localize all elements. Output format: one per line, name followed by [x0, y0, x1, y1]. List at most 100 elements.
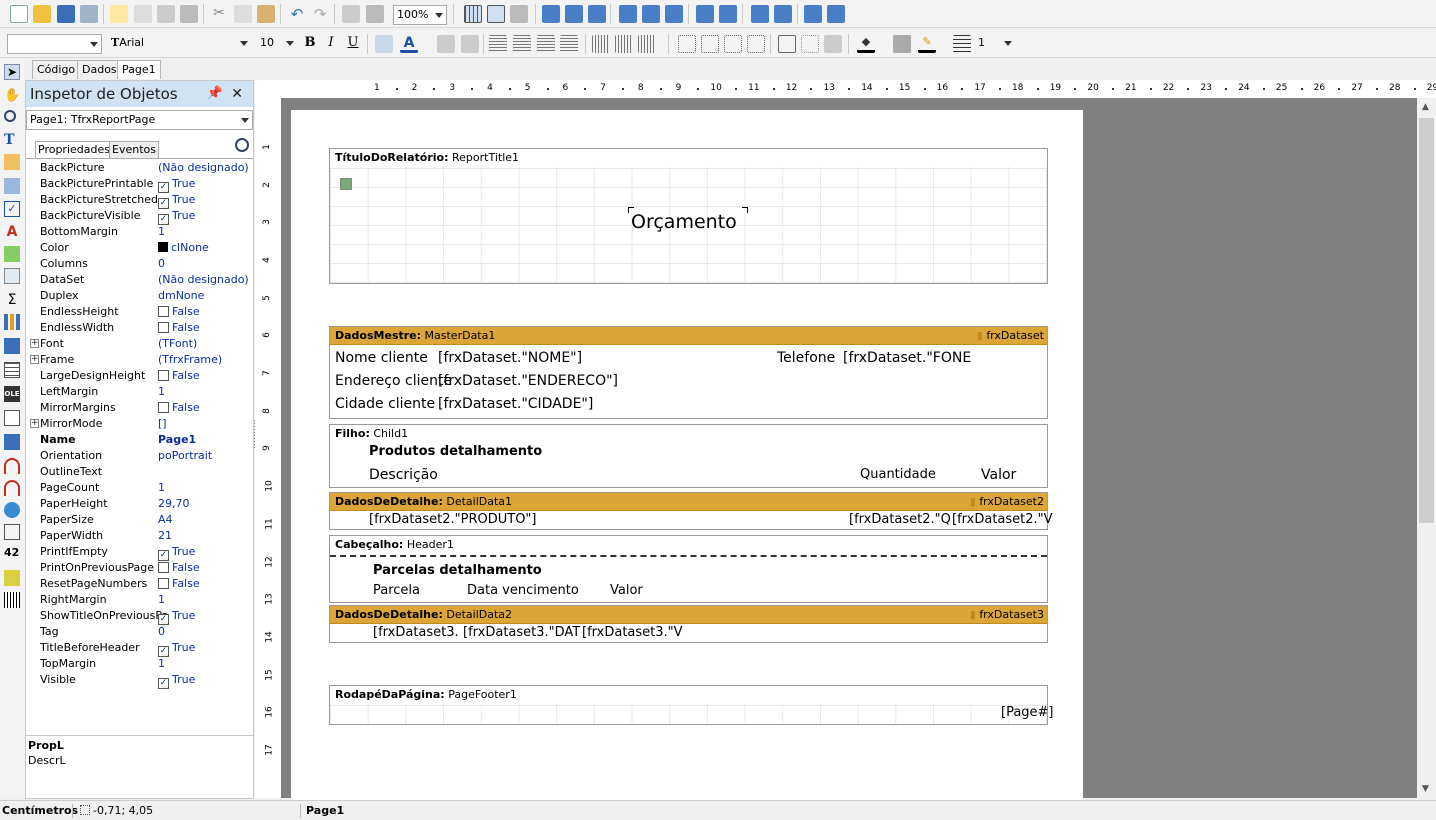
property-row[interactable]: ResetPageNumbers False — [26, 576, 253, 592]
property-row[interactable]: EndlessWidth False — [26, 320, 253, 336]
property-value[interactable]: [] — [158, 416, 167, 432]
checkbox-unchecked-icon[interactable] — [158, 562, 169, 573]
header-band[interactable]: Cabeçalho: Header1 Parcelas detalhamento… — [329, 535, 1048, 603]
valign-bottom-icon[interactable] — [638, 35, 656, 53]
property-row[interactable]: EndlessHeight False — [26, 304, 253, 320]
tab-page1[interactable]: Page1 — [117, 60, 161, 79]
property-value[interactable]: ✓ True — [158, 672, 195, 689]
checkbox-unchecked-icon[interactable] — [158, 402, 169, 413]
property-value[interactable]: (TFont) — [158, 336, 197, 352]
report-title-band[interactable]: TítuloDoRelatório: ReportTitle1 Orçament… — [329, 148, 1048, 284]
property-value[interactable]: ✓ True — [158, 208, 195, 225]
property-row[interactable]: PaperHeight 29,70 — [26, 496, 253, 512]
property-row[interactable]: PaperWidth 21 — [26, 528, 253, 544]
property-value[interactable]: ✓ True — [158, 544, 195, 561]
property-row[interactable]: PaperSize A4 — [26, 512, 253, 528]
property-row[interactable]: Duplex dmNone — [26, 288, 253, 304]
redo-icon[interactable]: ↷ — [311, 5, 329, 23]
crosstab-icon[interactable] — [4, 434, 20, 450]
chart-icon[interactable] — [4, 314, 20, 330]
column-data-vencimento[interactable]: Data vencimento — [467, 582, 579, 600]
property-value[interactable]: (Não designado) — [158, 272, 249, 288]
column-valor[interactable]: Valor — [981, 466, 1016, 484]
frame-right-icon[interactable] — [747, 35, 765, 53]
report-page[interactable]: TítuloDoRelatório: ReportTitle1 Orçament… — [291, 110, 1083, 810]
tab-eventos[interactable]: Eventos — [109, 141, 159, 158]
format-painter-icon[interactable] — [4, 154, 20, 170]
center-vertical-icon[interactable] — [774, 5, 792, 23]
field-quantidade[interactable]: [frxDataset2."Q — [849, 511, 951, 529]
label-cidade-cliente[interactable]: Cidade cliente — [335, 395, 435, 413]
band-insert-icon[interactable] — [4, 178, 20, 194]
property-row[interactable]: BottomMargin 1 — [26, 224, 253, 240]
property-value[interactable]: 1 — [158, 480, 165, 496]
property-row[interactable]: BackPictureVisible ✓ True — [26, 208, 253, 225]
save-icon[interactable] — [57, 5, 75, 23]
scrollbar-thumb[interactable] — [1419, 118, 1434, 523]
picture-object-icon[interactable] — [340, 178, 352, 190]
property-value[interactable]: ✓ True — [158, 176, 195, 193]
frame-top-icon[interactable] — [678, 35, 696, 53]
gauge-icon[interactable] — [4, 458, 20, 474]
property-value[interactable]: ✓ True — [158, 608, 195, 625]
rotation-icon[interactable] — [461, 35, 479, 53]
frame-edit-icon[interactable] — [824, 35, 842, 53]
property-value[interactable]: poPortrait — [158, 448, 212, 464]
property-row[interactable]: + MirrorMode [] — [26, 416, 253, 432]
fit-grid-icon[interactable] — [510, 5, 528, 23]
property-value[interactable]: (TfrxFrame) — [158, 352, 222, 368]
expand-icon[interactable]: + — [30, 419, 39, 428]
property-row[interactable]: PrintOnPreviousPage False — [26, 560, 253, 576]
digital-signature-icon[interactable] — [4, 524, 20, 540]
zoom-select[interactable]: 100% — [393, 5, 447, 25]
property-value[interactable]: False — [158, 320, 200, 336]
checkbox-unchecked-icon[interactable] — [158, 578, 169, 589]
text-tool-icon[interactable]: T — [4, 132, 20, 148]
property-row[interactable]: BackPictureStretched ✓ True — [26, 192, 253, 209]
frame-style-icon[interactable] — [953, 35, 971, 53]
undo-icon[interactable]: ↶ — [288, 5, 306, 23]
page-settings-icon[interactable] — [180, 5, 198, 23]
frame-left-icon[interactable] — [724, 35, 742, 53]
checkbox-unchecked-icon[interactable] — [158, 370, 169, 381]
property-row[interactable]: LeftMargin 1 — [26, 384, 253, 400]
group-icon[interactable] — [342, 5, 360, 23]
property-row[interactable]: BackPicture (Não designado) — [26, 160, 253, 176]
space-vertical-icon[interactable] — [719, 5, 737, 23]
property-value[interactable]: clNone — [158, 240, 209, 256]
map-icon[interactable] — [4, 502, 20, 518]
field-parcela[interactable]: [frxDataset3. — [373, 624, 459, 642]
property-row[interactable]: MirrorMargins False — [26, 400, 253, 416]
text-align-right-icon[interactable] — [537, 35, 555, 53]
property-value[interactable]: 1 — [158, 384, 165, 400]
barcode-2d-icon[interactable]: 42 — [4, 546, 20, 562]
property-value[interactable]: False — [158, 368, 200, 384]
table-icon[interactable] — [4, 362, 20, 378]
vertical-scrollbar[interactable]: ▲ ▼ — [1417, 98, 1436, 798]
property-row[interactable]: OutlineText — [26, 464, 253, 480]
column-parcela[interactable]: Parcela — [373, 582, 420, 600]
property-row[interactable]: Columns 0 — [26, 256, 253, 272]
property-value[interactable]: ✓ True — [158, 192, 195, 209]
new-report-icon[interactable] — [10, 5, 28, 23]
open-folder-icon[interactable] — [33, 5, 51, 23]
frame-none-icon[interactable] — [801, 35, 819, 53]
property-value[interactable]: 1 — [158, 224, 165, 240]
frame-all-icon[interactable] — [778, 35, 796, 53]
detail-data-band-2[interactable]: DadosDeDetalhe: DetailData2 ▮ frxDataset3… — [329, 605, 1048, 643]
align-left-icon[interactable] — [542, 5, 560, 23]
property-row[interactable]: Visible ✓ True — [26, 672, 253, 689]
checkbox-unchecked-icon[interactable] — [158, 306, 169, 317]
property-row[interactable]: LargeDesignHeight False — [26, 368, 253, 384]
products-heading[interactable]: Produtos detalhamento — [369, 443, 542, 461]
style-select[interactable] — [7, 34, 102, 54]
font-size-select[interactable]: 10 — [257, 34, 297, 54]
same-height-icon[interactable] — [827, 5, 845, 23]
property-row[interactable]: PageCount 1 — [26, 480, 253, 496]
label-nome-cliente[interactable]: Nome cliente — [335, 349, 428, 367]
picture-icon[interactable] — [4, 246, 20, 262]
property-row[interactable]: + Font (TFont) — [26, 336, 253, 352]
hand-icon[interactable]: ✋ — [4, 88, 20, 104]
detail-data-band-1[interactable]: DadosDeDetalhe: DetailData1 ▮ frxDataset2… — [329, 492, 1053, 530]
sum-icon[interactable]: Σ — [4, 292, 20, 308]
